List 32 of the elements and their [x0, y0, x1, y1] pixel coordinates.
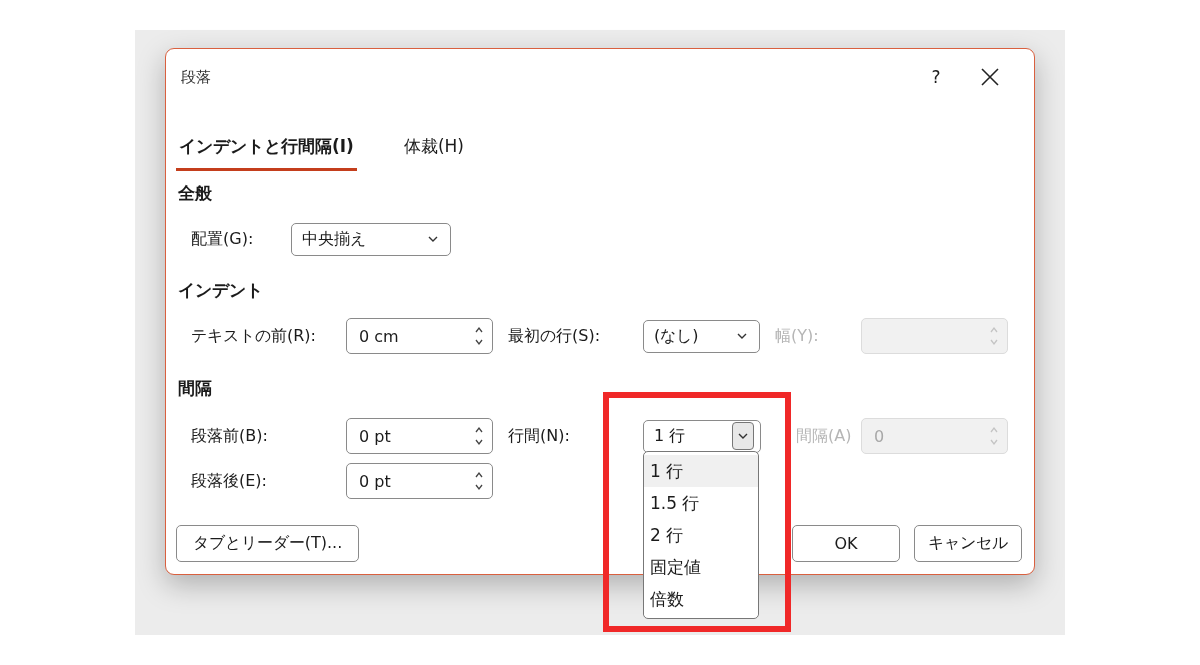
field-label: 幅(Y):	[774, 325, 820, 347]
number-field[interactable]: 0 cm	[346, 318, 493, 354]
spin-arrows-icon[interactable]	[474, 425, 484, 447]
number-field[interactable]: 0 pt	[346, 418, 493, 454]
line-spacing-dropdown[interactable]: 1 行	[643, 419, 761, 453]
field-label: 間隔(A)	[795, 425, 853, 447]
ok-button[interactable]: OK	[792, 525, 900, 562]
dialog-title: 段落	[181, 67, 212, 87]
field-label: 段落前(B):	[191, 425, 269, 447]
cancel-button[interactable]: キャンセル	[914, 525, 1022, 562]
tabs-leaders-button[interactable]: タブとリーダー(T)...	[176, 525, 359, 562]
field-label: 配置(G):	[191, 228, 255, 250]
section-heading: インデント	[178, 279, 264, 302]
help-button[interactable]: ?	[916, 67, 956, 87]
number-field[interactable]: 0 pt	[346, 463, 493, 499]
spin-arrows-icon[interactable]	[474, 470, 484, 492]
dropdown-option[interactable]: 1 行	[644, 455, 758, 487]
close-icon	[981, 68, 999, 86]
spin-arrows-icon[interactable]	[474, 325, 484, 347]
chevron-down-icon	[738, 433, 748, 439]
tab[interactable]: 体裁(H)	[400, 129, 467, 171]
section-heading: 全般	[178, 182, 213, 205]
field-label: 最初の行(S):	[507, 325, 602, 347]
chevron-down-icon	[737, 333, 747, 339]
field-label: 段落後(E):	[191, 470, 268, 492]
first-line-dropdown[interactable]: (なし)	[643, 319, 760, 353]
alignment-dropdown[interactable]: 中央揃え	[291, 222, 451, 256]
section-heading: 間隔	[178, 377, 213, 400]
field-label: テキストの前(R):	[191, 325, 317, 347]
tab[interactable]: インデントと行間隔(I)	[176, 129, 357, 171]
chevron-down-icon	[428, 236, 438, 242]
field-label: 行間(N):	[507, 425, 571, 447]
